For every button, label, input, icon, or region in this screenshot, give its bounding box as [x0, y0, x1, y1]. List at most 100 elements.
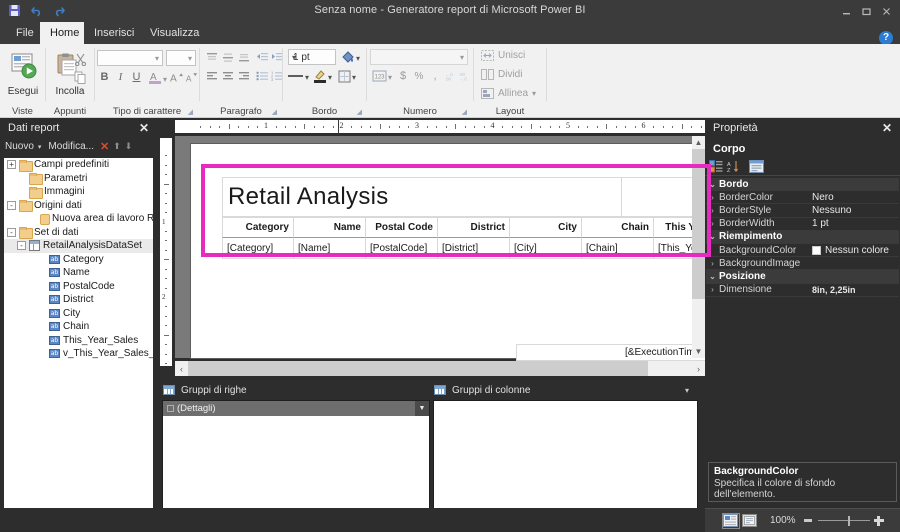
- tab-inserisci[interactable]: Inserisci: [84, 22, 140, 44]
- property-value[interactable]: Nessuno: [812, 205, 899, 216]
- paragraph-dialog-launcher[interactable]: ◢: [272, 108, 277, 116]
- border-fill-button[interactable]: [312, 68, 328, 84]
- align-top-button[interactable]: [204, 50, 219, 65]
- zoom-slider-handle[interactable]: [848, 516, 850, 526]
- property-value[interactable]: Nessun colore: [812, 245, 899, 256]
- border-color-button[interactable]: [340, 49, 356, 65]
- tab-file[interactable]: File: [6, 22, 40, 44]
- tree-node-retailanalysisdataset[interactable]: -RetailAnalysisDataSet: [4, 239, 153, 253]
- tree-node-immagini[interactable]: Immagini: [4, 185, 153, 199]
- currency-button[interactable]: $: [396, 68, 410, 84]
- split-button[interactable]: Dividi: [481, 69, 522, 80]
- property-value[interactable]: Nero: [812, 192, 899, 203]
- zoom-out-icon[interactable]: [804, 519, 812, 522]
- tablix-data-cell[interactable]: [Name]: [294, 238, 366, 259]
- color-swatch[interactable]: [812, 246, 821, 255]
- number-dialog-launcher[interactable]: ◢: [462, 108, 467, 116]
- row-group-checkbox[interactable]: [167, 405, 174, 412]
- tablix[interactable]: CategoryNamePostal CodeDistrictCityChain…: [222, 217, 724, 261]
- copy-button[interactable]: [72, 69, 88, 85]
- report-data-tree[interactable]: +Campi predefinitiParametriImmagini-Orig…: [4, 158, 153, 532]
- align-bottom-button[interactable]: [236, 50, 251, 65]
- property-row[interactable]: ›BorderWidth1 pt: [706, 218, 899, 231]
- font-name-combo[interactable]: ▾: [97, 50, 163, 66]
- expand-icon[interactable]: +: [7, 160, 16, 169]
- line-style-chevron-icon[interactable]: ▾: [305, 73, 309, 82]
- align-center-button[interactable]: [220, 69, 235, 84]
- tablix-header-cell[interactable]: Chain: [582, 217, 654, 238]
- tablix-header-cell[interactable]: Category: [222, 217, 294, 238]
- scroll-up-icon[interactable]: ▲: [692, 136, 705, 149]
- property-value[interactable]: 1 pt: [812, 218, 899, 229]
- properties-close-icon[interactable]: ✕: [880, 121, 894, 135]
- categorized-view-icon[interactable]: [709, 160, 724, 174]
- decrease-indent-button[interactable]: [254, 50, 269, 65]
- underline-button[interactable]: U: [129, 69, 144, 85]
- tab-home[interactable]: Home: [40, 22, 84, 44]
- delete-icon[interactable]: ✕: [100, 140, 109, 153]
- canvas-hscrollbar[interactable]: ‹ ›: [175, 361, 705, 376]
- zoom-slider[interactable]: [804, 514, 884, 528]
- tree-node-this-year-sales[interactable]: abThis_Year_Sales: [4, 334, 153, 348]
- move-up-icon[interactable]: ⬆: [113, 141, 121, 152]
- font-size-combo[interactable]: ▾: [166, 50, 196, 66]
- edit-button[interactable]: Modifica...: [48, 141, 94, 152]
- minimize-button[interactable]: [836, 2, 856, 20]
- borders-button[interactable]: [336, 68, 352, 84]
- borders-chevron-icon[interactable]: ▾: [352, 73, 356, 82]
- collapse-icon[interactable]: -: [7, 228, 16, 237]
- tablix-header-cell[interactable]: District: [438, 217, 510, 238]
- align-left-button[interactable]: [204, 69, 219, 84]
- maximize-button[interactable]: [856, 2, 876, 20]
- tree-node-district[interactable]: abDistrict: [4, 293, 153, 307]
- property-row[interactable]: ›BorderColorNero: [706, 191, 899, 204]
- increase-decimal-button[interactable]: ←.0.00: [444, 68, 458, 84]
- zoom-in-icon[interactable]: [874, 516, 884, 526]
- decrease-decimal-button[interactable]: .00→.0: [458, 68, 472, 84]
- grow-font-button[interactable]: A: [169, 69, 184, 85]
- scroll-left-icon[interactable]: ‹: [175, 361, 188, 376]
- tab-visualizza[interactable]: Visualizza: [140, 22, 206, 44]
- cut-button[interactable]: [72, 51, 88, 67]
- property-expand-icon[interactable]: ›: [706, 219, 719, 228]
- category-collapse-icon[interactable]: ⌄: [706, 272, 719, 281]
- category-collapse-icon[interactable]: ⌄: [706, 180, 719, 189]
- tablix-data-cell[interactable]: [PostalCode]: [366, 238, 438, 259]
- report-page[interactable]: Retail Analysis CategoryNamePostal CodeD…: [191, 144, 693, 358]
- report-canvas[interactable]: Retail Analysis CategoryNamePostal CodeD…: [175, 136, 705, 358]
- border-fill-chevron-icon[interactable]: ▾: [328, 73, 332, 82]
- percent-button[interactable]: %: [412, 68, 426, 84]
- scroll-right-icon[interactable]: ›: [692, 361, 705, 376]
- row-group-dropdown-icon[interactable]: ▼: [415, 401, 429, 416]
- tree-node-chain[interactable]: abChain: [4, 320, 153, 334]
- print-preview-icon[interactable]: [742, 514, 758, 528]
- properties-grid[interactable]: ⌄Bordo›BorderColorNero›BorderStyleNessun…: [706, 178, 899, 297]
- collapse-icon[interactable]: -: [7, 201, 16, 210]
- new-menu-chevron-icon[interactable]: ▾: [38, 143, 42, 151]
- tree-node-city[interactable]: abCity: [4, 307, 153, 321]
- design-view-icon[interactable]: [723, 514, 739, 528]
- tablix-header-cell[interactable]: City: [510, 217, 582, 238]
- grouping-pane-chevron-icon[interactable]: ▾: [685, 386, 689, 395]
- help-icon[interactable]: ?: [879, 31, 893, 45]
- row-group-item[interactable]: (Dettagli) ▼: [163, 401, 429, 416]
- tree-node-nuova-area-di-lavoro-retail-a[interactable]: Nuova area di lavoro Retail A: [4, 212, 153, 226]
- property-row[interactable]: ›Dimensione8in, 2,25in: [706, 284, 899, 297]
- tree-node-category[interactable]: abCategory: [4, 253, 153, 267]
- tablix-data-cell[interactable]: [City]: [510, 238, 582, 259]
- property-value[interactable]: 8in, 2,25in: [812, 285, 899, 295]
- tree-node-set-di-dati[interactable]: -Set di dati: [4, 226, 153, 240]
- close-button[interactable]: [876, 2, 896, 20]
- italic-button[interactable]: I: [113, 69, 128, 85]
- category-collapse-icon[interactable]: ⌄: [706, 232, 719, 241]
- border-line-style-button[interactable]: [286, 68, 305, 84]
- property-category-row[interactable]: ⌄Bordo: [706, 178, 899, 191]
- new-menu-button[interactable]: Nuovo: [5, 141, 34, 152]
- property-expand-icon[interactable]: ›: [706, 285, 719, 294]
- property-category-row[interactable]: ⌄Riempimento: [706, 231, 899, 244]
- hscroll-track[interactable]: [188, 361, 692, 376]
- tablix-header-row[interactable]: CategoryNamePostal CodeDistrictCityChain…: [222, 217, 724, 238]
- tree-node-name[interactable]: abName: [4, 266, 153, 280]
- property-expand-icon[interactable]: ›: [706, 193, 719, 202]
- alphabetical-view-icon[interactable]: A Z: [727, 160, 742, 174]
